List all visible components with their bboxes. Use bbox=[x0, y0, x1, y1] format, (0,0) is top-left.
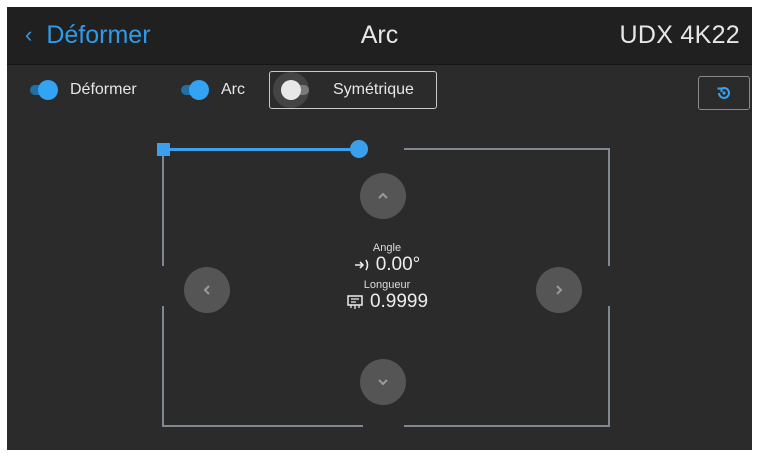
move-left-button[interactable] bbox=[184, 267, 230, 313]
angle-label: Angle bbox=[372, 242, 402, 254]
chevron-right-icon bbox=[556, 285, 563, 295]
toggle-symetrique[interactable]: Symétrique bbox=[273, 72, 414, 108]
toggle-deformer[interactable]: Déformer bbox=[28, 80, 137, 100]
move-up-button[interactable] bbox=[360, 173, 406, 219]
chevron-left-icon bbox=[203, 285, 210, 295]
toggle-arc[interactable]: Arc bbox=[179, 80, 245, 100]
switch-arc[interactable] bbox=[179, 80, 209, 100]
frame-left-upper bbox=[162, 148, 164, 266]
switch-deformer[interactable] bbox=[28, 80, 58, 100]
chevron-up-icon bbox=[378, 192, 388, 199]
length-row: 0.9999 bbox=[307, 291, 467, 313]
frame-right-lower bbox=[608, 306, 610, 426]
toggle-arc-label: Arc bbox=[221, 81, 245, 98]
device-model: UDX 4K22 bbox=[619, 21, 740, 49]
corner-handle[interactable] bbox=[157, 143, 170, 156]
toggle-symetrique-label: Symétrique bbox=[333, 81, 414, 98]
move-right-button[interactable] bbox=[536, 267, 582, 313]
arc-handle-line bbox=[165, 148, 362, 151]
length-value: 0.9999 bbox=[369, 291, 429, 312]
chevron-down-icon bbox=[378, 379, 388, 386]
arc-handle-dot[interactable] bbox=[350, 140, 368, 158]
frame-right-upper bbox=[608, 148, 610, 266]
move-down-button[interactable] bbox=[360, 359, 406, 405]
toggle-deformer-label: Déformer bbox=[70, 81, 137, 98]
length-icon bbox=[347, 295, 363, 309]
angle-row: 0.00° bbox=[307, 254, 467, 276]
frame-top-right bbox=[404, 148, 609, 150]
frame-left-lower bbox=[162, 306, 164, 426]
length-label: Longueur bbox=[363, 279, 411, 291]
toolbar: Déformer Arc Symétrique bbox=[7, 65, 752, 115]
frame-bottom-left bbox=[162, 425, 363, 427]
frame-bottom-right bbox=[404, 425, 610, 427]
arc-readout: Angle 0.00° Longueur 0.9999 bbox=[307, 242, 467, 313]
warp-screen: ‹ Déformer Arc UDX 4K22 Déformer Arc Sym… bbox=[7, 7, 752, 450]
angle-value: 0.00° bbox=[375, 254, 421, 275]
reset-icon bbox=[717, 87, 730, 99]
header-bar: ‹ Déformer Arc UDX 4K22 bbox=[7, 7, 752, 65]
reset-button[interactable] bbox=[698, 76, 750, 110]
switch-symetrique[interactable] bbox=[273, 72, 311, 108]
angle-icon bbox=[354, 259, 369, 271]
